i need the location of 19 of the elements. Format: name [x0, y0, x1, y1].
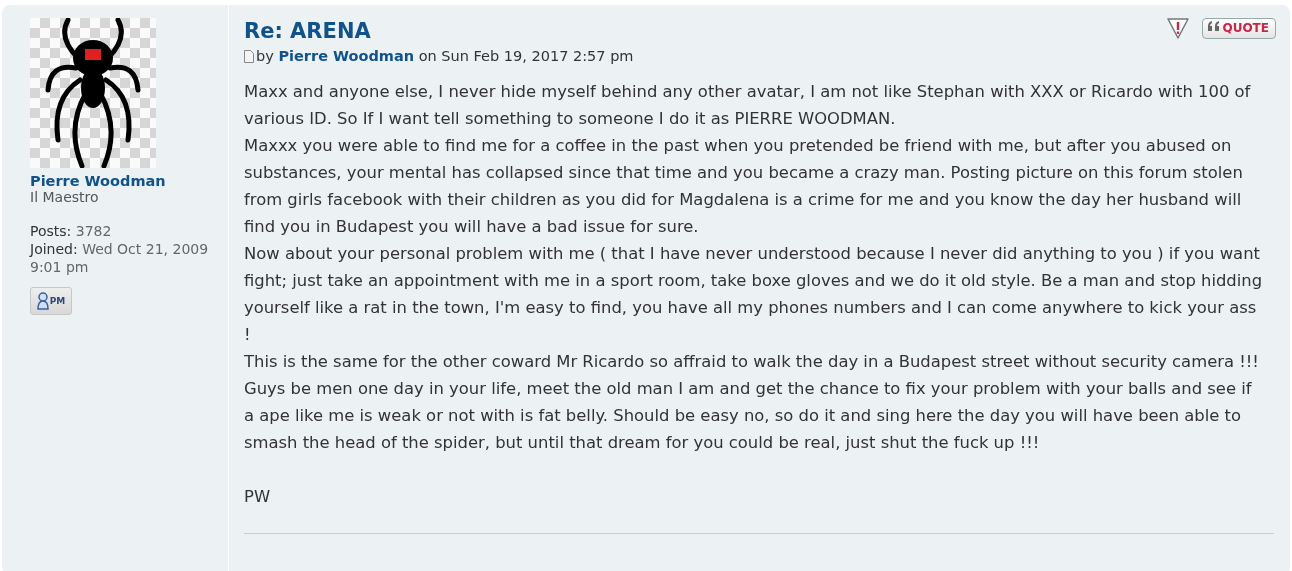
profile-stat: Posts: 3782 [30, 222, 113, 240]
report-icon[interactable] [1166, 17, 1191, 39]
post-paragraph: Maxxx you were able to find me for a coffee in the past when you pretended be friend with me, but after you abused on substances, your mental has collapsed since that time and you became a crazy man. Posting picture on this forum stolen from girls facebook with their children as you did for Magdalena is a crime for me and you know the day her husband will find you in Budapest you will have a bad issue for sure. [244, 135, 1244, 238]
signature: PW [244, 486, 271, 508]
author-link[interactable]: Pierre Woodman [278, 48, 415, 64]
person-icon [36, 292, 49, 310]
post-paragraph: Maxx and anyone else, I never hide myself behind any other avatar, I am not like Stephan with XXX or Ricardo with 100 of various ID. So If I want tell something to someone I do it as PIERRE WOODMAN. [244, 81, 1252, 130]
post-title[interactable]: Re: ARENA [244, 19, 371, 43]
post-paragraph: Guys be men one day in your life, meet the old man I am and get the chance to fix your problem with your balls and see if a ape like me is weak or not with is fat belly. Should be easy no, so do it and sing here the day you will have been able to smash the head of the spider, but until that dream for you could be real, just shut the fuck up !!! [244, 378, 1253, 454]
pm-button[interactable]: PM [30, 287, 72, 315]
post-byline: by Pierre Woodman on Sun Feb 19, 2017 2:57 pm [256, 48, 634, 64]
username-link[interactable]: Pierre Woodman [30, 173, 166, 189]
profile-stat: Joined: Wed Oct 21, 2009 9:01 pm [30, 240, 210, 276]
post-paragraph: This is the same for the other coward Mr Ricardo so affraid to walk the day in a Budapest street without security camera !!! [244, 351, 1260, 373]
quote-icon [1207, 20, 1222, 31]
user-rank: Il Maestro [30, 189, 100, 205]
quote-button[interactable]: QUOTE [1202, 17, 1276, 39]
post-paragraph: Now about your personal problem with me ( that I have never understood because I never did anything to you ) if you want fight; just take an appointment with me in a sport room, take boxe gloves and we do it old style. Be a man and stop hidding yourself like a rat in the town, I'm easy to find, you have all my phones numbers and I can come anywhere to kick your ass ! [244, 243, 1264, 346]
document-icon [244, 49, 254, 63]
